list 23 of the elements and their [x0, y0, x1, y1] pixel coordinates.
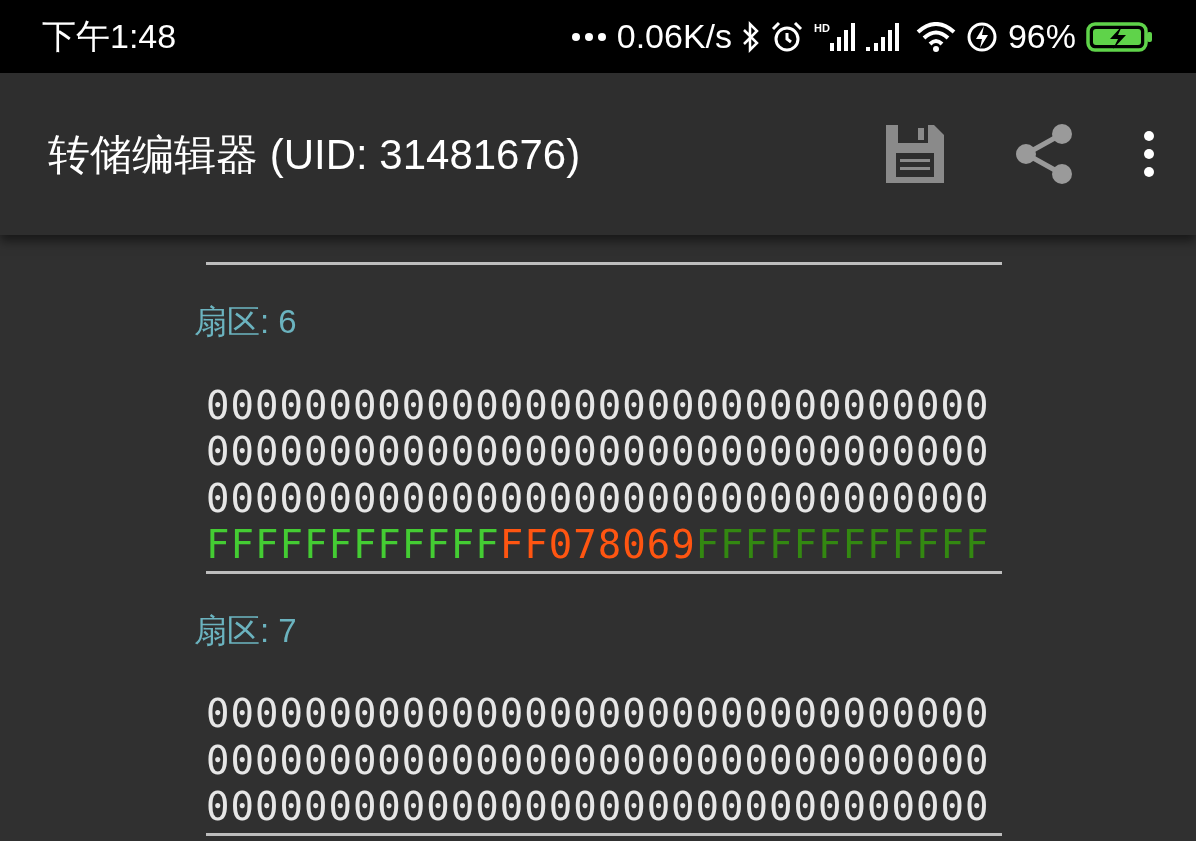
sector-label: 扇区: 7 — [194, 610, 298, 651]
overflow-menu-button[interactable] — [1142, 130, 1156, 178]
charging-icon — [965, 20, 998, 53]
sector-trailer-row-text: FFFFFFFFFFFFFF078069 FFFFFFFFFFFF — [206, 522, 991, 569]
network-speed: 0.06K/s — [616, 16, 733, 57]
app-title: 转储编辑器 (UID: 31481676) — [48, 129, 581, 180]
hex-row-text: 00000000000000000000000000000000 — [206, 429, 991, 476]
more-dots-icon — [570, 31, 607, 42]
alarm-icon — [770, 19, 805, 54]
menu-icon — [1142, 130, 1156, 178]
status-time: 下午1:48 — [42, 16, 177, 57]
wifi-icon — [915, 21, 956, 52]
battery-charging-icon — [1086, 21, 1154, 52]
hd-label: HD — [814, 22, 830, 34]
bluetooth-icon — [742, 20, 761, 53]
hex-row-text: 00000000000000000000000000000000 — [206, 784, 991, 831]
signal-icon — [829, 22, 856, 51]
hex-row-text: 00000000000000000000000000000000 — [206, 475, 991, 522]
hex-row-text: 00000000000000000000000000000000 — [206, 691, 991, 738]
battery-percent: 96% — [1007, 16, 1076, 57]
hex-row-text: 00000000000000000000000000000000 — [206, 737, 991, 784]
sector-label: 扇区: 6 — [194, 302, 298, 342]
hex-row-text: 00000000000000000000000000000000 — [206, 382, 991, 429]
